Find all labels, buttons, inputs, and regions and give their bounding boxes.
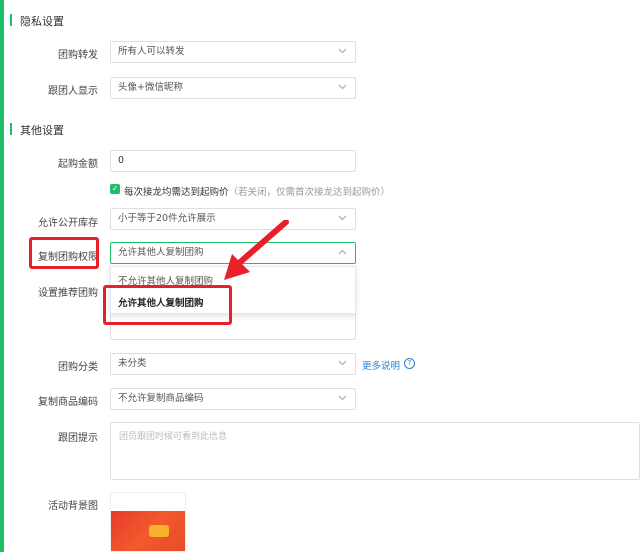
copy-code-label: 复制商品编码 bbox=[38, 397, 98, 408]
copy-permission-value: 允许其他人复制团购 bbox=[118, 247, 204, 258]
chevron-down-icon bbox=[338, 78, 348, 98]
chevron-down-icon bbox=[338, 209, 348, 229]
chevron-down-icon bbox=[338, 354, 348, 374]
group-forward-select[interactable]: 所有人可以转发 bbox=[110, 41, 356, 63]
follower-display-label: 跟团人显示 bbox=[48, 86, 98, 97]
follower-display-select[interactable]: 头像+微信昵称 bbox=[110, 77, 356, 99]
highlight-box-label bbox=[29, 237, 99, 269]
group-forward-value: 所有人可以转发 bbox=[118, 46, 185, 57]
copy-code-select[interactable]: 不允许复制商品编码 bbox=[110, 388, 356, 410]
inventory-label: 允许公开库存 bbox=[38, 218, 98, 229]
recommend-label: 设置推荐团购 bbox=[38, 288, 98, 299]
category-value: 未分类 bbox=[118, 358, 147, 369]
inventory-value: 小于等于20件允许展示 bbox=[118, 213, 216, 224]
category-select[interactable]: 未分类 bbox=[110, 353, 356, 375]
follower-display-value: 头像+微信昵称 bbox=[118, 82, 183, 93]
min-amount-input[interactable]: 0 bbox=[110, 150, 356, 172]
chevron-up-icon bbox=[338, 243, 348, 263]
copy-code-value: 不允许复制商品编码 bbox=[118, 393, 204, 404]
other-section-title: 其他设置 bbox=[10, 122, 64, 138]
help-icon[interactable]: ? bbox=[404, 358, 415, 369]
privacy-section-title: 隐私设置 bbox=[10, 13, 64, 29]
bg-image-preview bbox=[111, 511, 185, 551]
more-info-link[interactable]: 更多说明 bbox=[362, 358, 400, 372]
min-amount-label: 起购金额 bbox=[58, 159, 98, 170]
follow-tip-label: 跟团提示 bbox=[58, 433, 98, 444]
red-arrow-icon bbox=[224, 220, 289, 280]
bg-image-label: 活动背景图 bbox=[48, 501, 98, 512]
category-label: 团购分类 bbox=[58, 362, 98, 373]
checkbox-checked-icon[interactable]: ✓ bbox=[110, 184, 120, 194]
bg-image-thumbnail[interactable] bbox=[110, 492, 186, 552]
checkbox-note: （若关闭，仅需首次接龙达到起购价） bbox=[228, 187, 391, 198]
group-forward-label: 团购转发 bbox=[58, 50, 98, 61]
follow-tip-textarea[interactable]: 团员跟团时候可看到此信息 bbox=[110, 422, 640, 480]
chevron-down-icon bbox=[338, 42, 348, 62]
checkbox-label: 每次接龙均需达到起购价（若关闭，仅需首次接龙达到起购价） bbox=[124, 187, 391, 198]
chevron-down-icon bbox=[338, 389, 348, 409]
left-accent-bar bbox=[0, 0, 4, 552]
highlight-box-option bbox=[103, 285, 232, 325]
